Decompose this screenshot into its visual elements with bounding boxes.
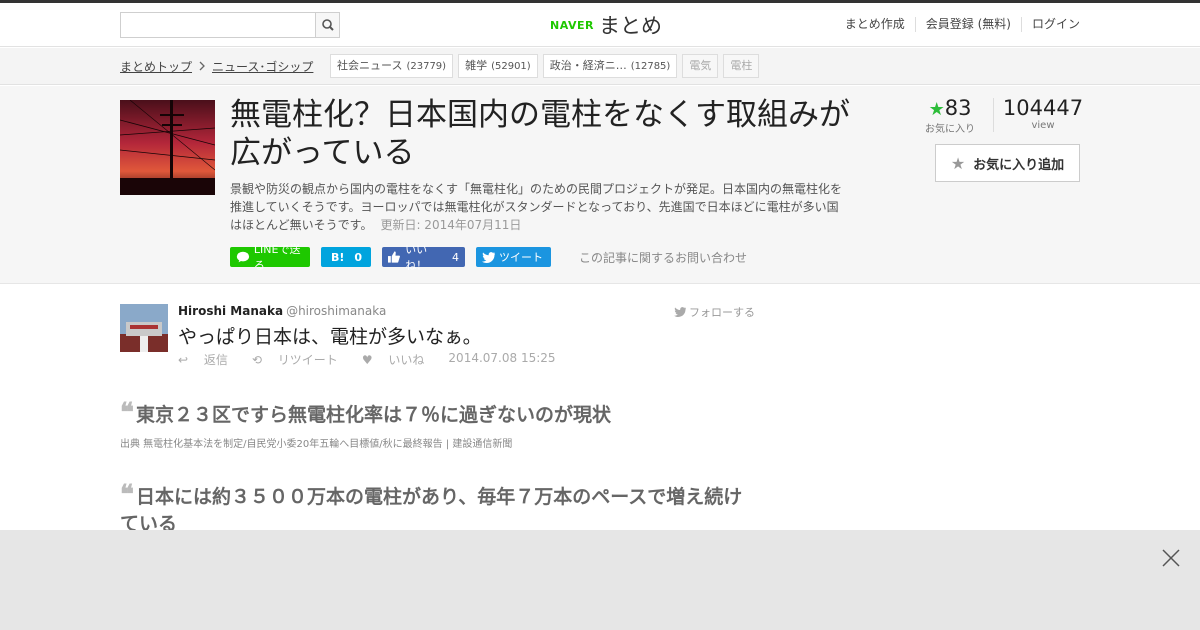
favorites-label: お気に入り [925, 124, 975, 135]
tag-label: 電気 [689, 59, 712, 72]
views-label: view [1031, 120, 1055, 131]
breadcrumb: まとめトップ ニュース･ゴシップ [120, 58, 313, 75]
reply-label: 返信 [203, 353, 228, 367]
quote-heading: ❝ 東京２３区ですら無電柱化率は７％に過ぎないのが現状 [120, 400, 760, 429]
hatena-count: 0 [354, 250, 363, 264]
reply-icon: ↩ [178, 353, 189, 367]
quote-mark-icon: ❝ [120, 480, 134, 510]
tag-social-news[interactable]: 社会ニュース (23779) [330, 54, 454, 78]
article-title: 無電柱化？日本国内の電柱をなくす取組みが広がっている [230, 97, 850, 171]
tag-label: 政治・経済ニ… [549, 59, 627, 72]
tag-count: (12785) [630, 61, 671, 72]
naver-logo-text: NAVER [550, 18, 594, 32]
tweet-text: やっぱり日本は、電柱が多いなぁ。 [178, 326, 482, 348]
tweet-button[interactable]: ツイート [476, 247, 551, 267]
views-count: 104447 [1002, 96, 1084, 120]
add-favorite-button[interactable]: ★ お気に入り追加 [935, 144, 1080, 182]
breadcrumb-top[interactable]: まとめトップ [120, 58, 192, 75]
article-header: 無電柱化？日本国内の電柱をなくす取組みが広がっている 景観や防災の観点から国内の… [0, 86, 1200, 284]
tag-label: 電柱 [730, 59, 753, 72]
nav-login[interactable]: ログイン [1020, 17, 1080, 32]
heart-icon: ♥ [361, 353, 373, 367]
add-favorite-label: お気に入り追加 [973, 157, 1065, 173]
site-header: NAVER まとめ まとめ作成 会員登録 (無料) ログイン [0, 3, 1200, 47]
matome-logo-text: まとめ [598, 14, 662, 38]
updated-date: 更新日: 2014年07月11日 [380, 218, 522, 232]
article-inquiry-link[interactable]: この記事に関するお問い合わせ [579, 249, 747, 266]
line-share-label: LINEで送る [253, 243, 301, 272]
tag-utility-pole[interactable]: 電柱 [723, 54, 760, 78]
tag-politics-economy[interactable]: 政治・経済ニ… (12785) [542, 54, 678, 78]
quote-block: ❝ 東京２３区ですら無電柱化率は７％に過ぎないのが現状 出典 無電柱化基本法を制定… [120, 400, 760, 451]
retweet-icon: ⟲ [251, 353, 262, 367]
facebook-like-label: いいね！ [405, 243, 428, 272]
quote-source[interactable]: 出典 無電柱化基本法を制定/自民党小委20年五輪へ目標値/秋に最終報告 | 建設… [120, 435, 760, 450]
tweet-avatar[interactable] [120, 304, 168, 352]
quote-title: 日本には約３５００万本の電柱があり、毎年７万本のペースで増え続けている [120, 486, 743, 535]
stat-divider [993, 98, 994, 132]
share-bar: LINEで送る B! 0 いいね！ 4 ツイート この記事に関するお問い合わせ [230, 243, 747, 272]
breadcrumb-bar: まとめトップ ニュース･ゴシップ 社会ニュース (23779) 雑学 (52901)… [0, 48, 1200, 85]
breadcrumb-news-gossip[interactable]: ニュース･ゴシップ [212, 58, 313, 75]
description-text: 景観や防災の観点から国内の電柱をなくす「無電柱化」のための民間プロジェクトが発足… [230, 182, 843, 232]
like-label: いいね [388, 353, 425, 367]
follow-button[interactable]: フォローする [673, 304, 755, 320]
search-box [120, 12, 340, 38]
thumbs-up-icon [388, 251, 400, 263]
hatena-bookmark-button[interactable]: B! 0 [321, 247, 371, 267]
twitter-bird-icon [482, 251, 495, 263]
nav-register[interactable]: 会員登録 (無料) [914, 17, 1021, 32]
nav-create-matome[interactable]: まとめ作成 [835, 17, 915, 32]
tag-trivia[interactable]: 雑学 (52901) [458, 54, 538, 78]
tag-label: 社会ニュース [337, 59, 403, 72]
star-outline-icon: ★ [950, 153, 966, 173]
retweet-button[interactable]: ⟲ リツイート [252, 351, 350, 368]
line-icon [236, 251, 250, 263]
like-button[interactable]: ♥ いいね [362, 351, 437, 368]
facebook-like-count: 4 [452, 250, 459, 264]
tag-count: (23779) [406, 61, 447, 72]
tweet-author-name[interactable]: Hiroshi Manaka [178, 304, 283, 318]
article-thumbnail[interactable] [120, 100, 215, 195]
quote-mark-icon: ❝ [120, 398, 134, 428]
quote-title: 東京２３区ですら無電柱化率は７％に過ぎないのが現状 [136, 404, 612, 426]
twitter-bird-icon [673, 307, 686, 317]
close-icon[interactable] [1161, 548, 1181, 568]
tag-list: 社会ニュース (23779) 雑学 (52901) 政治・経済ニ… (12785) 電… [330, 54, 764, 78]
reply-button[interactable]: ↩ 返信 [178, 351, 240, 368]
star-icon: ★ [928, 99, 945, 120]
header-nav: まとめ作成 会員登録 (無料) ログイン [835, 17, 1080, 32]
facebook-like-button[interactable]: いいね！ 4 [382, 243, 465, 272]
favorites-count: 83 [944, 96, 972, 120]
tweet-author-handle[interactable]: @hiroshimanaka [286, 304, 386, 318]
tweet-author: Hiroshi Manaka @hiroshimanaka [178, 304, 386, 318]
tag-electricity[interactable]: 電気 [682, 54, 719, 78]
chevron-right-icon [198, 60, 206, 74]
tweet-actions: ↩ 返信 ⟲ リツイート ♥ いいね 2014.07.08 15:25 [178, 351, 568, 368]
article-description: 景観や防災の観点から国内の電柱をなくす「無電柱化」のための民間プロジェクトが発足… [230, 180, 850, 234]
tag-count: (52901) [491, 61, 531, 72]
follow-label: フォローする [689, 306, 755, 319]
views-stat: 104447 view [1000, 96, 1086, 131]
hatena-icon: B! [331, 250, 345, 264]
tweet-timestamp[interactable]: 2014.07.08 15:25 [448, 351, 555, 368]
tag-label: 雑学 [465, 59, 488, 72]
favorites-stat: ★83 お気に入り [920, 96, 980, 135]
line-share-button[interactable]: LINEで送る [230, 243, 310, 272]
retweet-label: リツイート [277, 353, 338, 367]
embedded-tweet: Hiroshi Manaka @hiroshimanaka フォローする やっぱり… [120, 304, 760, 370]
bottom-ad-overlay [0, 530, 1200, 630]
search-input[interactable] [121, 13, 315, 37]
search-icon [322, 19, 334, 31]
search-button[interactable] [315, 13, 339, 37]
tweet-label: ツイート [499, 251, 543, 264]
site-logo[interactable]: NAVER まとめ [550, 11, 662, 39]
